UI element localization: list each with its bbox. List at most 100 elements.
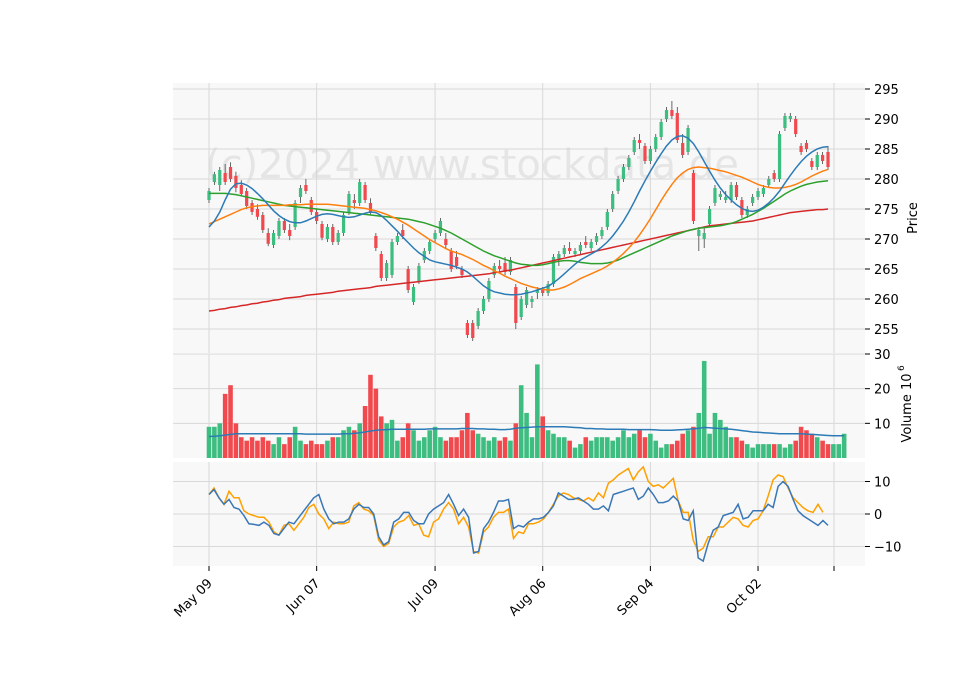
price-tick-label: 260 xyxy=(874,293,899,308)
x-tick-label: Aug 06 xyxy=(506,576,549,619)
price-tick-label: 285 xyxy=(874,143,899,158)
candle-body xyxy=(288,230,292,236)
price-tick-label: 275 xyxy=(874,203,899,218)
volume-bar xyxy=(669,444,675,458)
volume-bar xyxy=(325,440,330,458)
volume-bar xyxy=(642,437,648,458)
volume-bar xyxy=(335,437,341,458)
volume-bar xyxy=(599,437,605,458)
candle-body xyxy=(277,221,281,236)
candle-body xyxy=(589,242,593,248)
candle-body xyxy=(815,155,819,167)
candle-body xyxy=(810,161,814,167)
volume-bar xyxy=(319,444,325,458)
volume-bar xyxy=(368,374,373,458)
candle-body xyxy=(568,248,572,251)
volume-bar xyxy=(739,440,745,458)
volume-bar xyxy=(771,444,777,458)
price-tick-label: 290 xyxy=(874,113,899,128)
volume-bar xyxy=(696,412,702,458)
volume-bar xyxy=(481,437,486,458)
price-tick-label: 280 xyxy=(874,173,899,188)
volume-bar xyxy=(454,437,459,458)
volume-bar xyxy=(298,440,303,458)
candle-body xyxy=(826,152,830,167)
volume-bar xyxy=(206,426,212,458)
volume-bar xyxy=(508,440,513,458)
volume-bar xyxy=(707,433,712,458)
candle-body xyxy=(654,137,658,149)
candle-body xyxy=(411,287,416,302)
candle-body xyxy=(245,191,249,206)
candle-body xyxy=(777,134,782,179)
candle-body xyxy=(514,287,518,323)
volume-bar xyxy=(648,433,653,458)
volume-bar xyxy=(545,430,551,458)
candle-body xyxy=(331,227,335,242)
candle-body xyxy=(783,116,787,128)
candle-body xyxy=(611,194,615,209)
volume-bar xyxy=(287,437,293,458)
volume-bar xyxy=(524,412,529,458)
candle-body xyxy=(304,185,308,191)
volume-bar xyxy=(761,444,766,458)
volume-bar xyxy=(556,437,562,458)
candle-body xyxy=(395,236,400,242)
volume-bar xyxy=(594,437,599,458)
candle-body xyxy=(298,188,303,197)
volume-bar xyxy=(497,440,502,458)
volume-tick-label: 10 xyxy=(874,417,891,432)
volume-bar xyxy=(680,433,685,458)
candle-body xyxy=(681,143,685,155)
volume-bar xyxy=(605,437,610,458)
volume-bar xyxy=(443,440,449,458)
volume-bar xyxy=(777,444,782,458)
candle-body xyxy=(519,299,523,317)
candle-body xyxy=(352,200,356,203)
candle-body xyxy=(239,185,243,194)
candle-body xyxy=(390,242,394,275)
volume-bar xyxy=(427,430,432,458)
volume-bar xyxy=(255,440,260,458)
candle-body xyxy=(573,251,577,254)
volume-bar xyxy=(529,437,535,458)
volume-bar xyxy=(820,440,825,458)
price-axis-label: Price xyxy=(906,202,921,234)
candle-body xyxy=(498,266,502,269)
x-tick-label: Jun 07 xyxy=(283,576,323,616)
volume-bar xyxy=(809,433,815,458)
volume-bar xyxy=(378,416,384,458)
svg-text:6: 6 xyxy=(897,365,907,371)
candle-body xyxy=(729,185,733,200)
candle-body xyxy=(761,188,766,194)
volume-bar xyxy=(836,444,842,458)
candle-body xyxy=(616,179,620,191)
candle-body xyxy=(627,158,631,167)
x-tick-label: Oct 02 xyxy=(724,576,765,617)
candle-body xyxy=(266,233,270,244)
indicator-tick-label: −10 xyxy=(874,541,901,556)
volume-bar xyxy=(276,437,282,458)
volume-bar xyxy=(674,440,680,458)
candle-body xyxy=(648,149,652,161)
volume-bar xyxy=(793,440,798,458)
candle-body xyxy=(562,248,566,254)
volume-bar xyxy=(750,447,755,458)
candle-body xyxy=(605,212,609,227)
candle-body xyxy=(713,188,717,203)
volume-bar xyxy=(400,437,406,458)
volume-bar xyxy=(233,423,239,458)
price-panel xyxy=(173,83,865,353)
watermark: (c)2024 www.stockdata.de xyxy=(205,142,739,188)
candle-body xyxy=(476,311,480,326)
volume-bar xyxy=(588,440,594,458)
price-tick-label: 265 xyxy=(874,263,899,278)
volume-bar xyxy=(228,385,233,458)
volume-bar xyxy=(330,437,336,458)
candle-body xyxy=(255,209,260,217)
volume-bar xyxy=(610,440,615,458)
svg-text:Volume 10: Volume 10 xyxy=(900,373,915,442)
candle-body xyxy=(207,191,211,200)
volume-bar xyxy=(475,433,481,458)
volume-bar xyxy=(825,444,831,458)
